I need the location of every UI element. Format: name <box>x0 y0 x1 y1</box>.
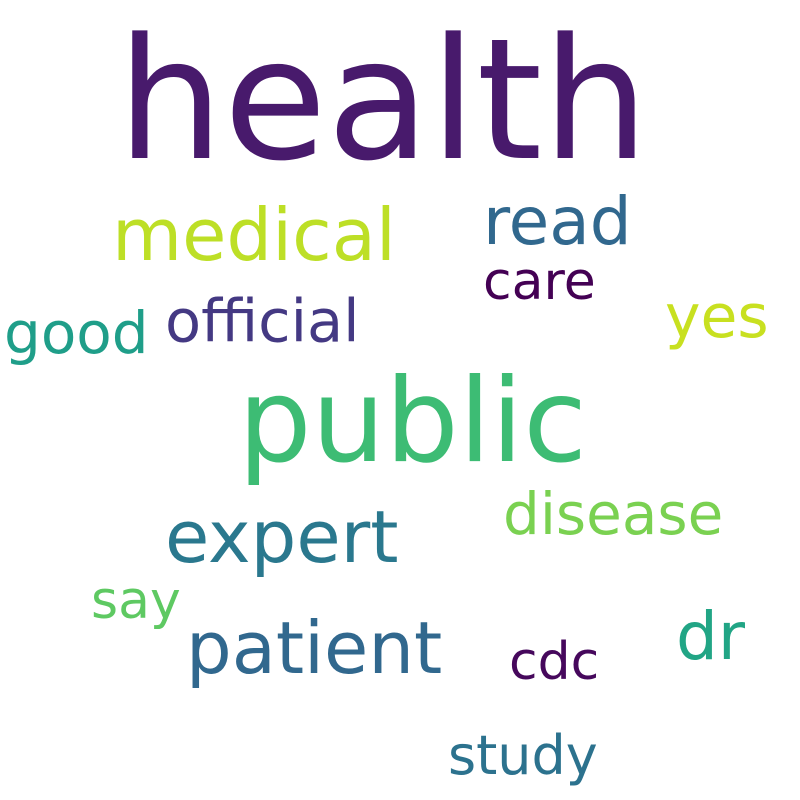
word-read: read <box>483 183 632 260</box>
word-public: public <box>238 354 588 489</box>
word-say: say <box>91 571 181 631</box>
word-study: study <box>448 724 598 787</box>
word-cdc: cdc <box>509 632 600 692</box>
word-disease: disease <box>503 480 724 548</box>
word-expert: expert <box>165 495 399 579</box>
word-medical: medical <box>112 193 396 277</box>
word-patient: patient <box>186 606 443 690</box>
word-dr: dr <box>676 598 746 675</box>
word-official: official <box>165 286 360 356</box>
word-health: health <box>117 2 649 198</box>
word-yes: yes <box>665 282 769 352</box>
word-good: good <box>4 299 149 367</box>
word-care: care <box>483 252 596 312</box>
word-cloud: health public medical expert patient rea… <box>0 0 800 800</box>
